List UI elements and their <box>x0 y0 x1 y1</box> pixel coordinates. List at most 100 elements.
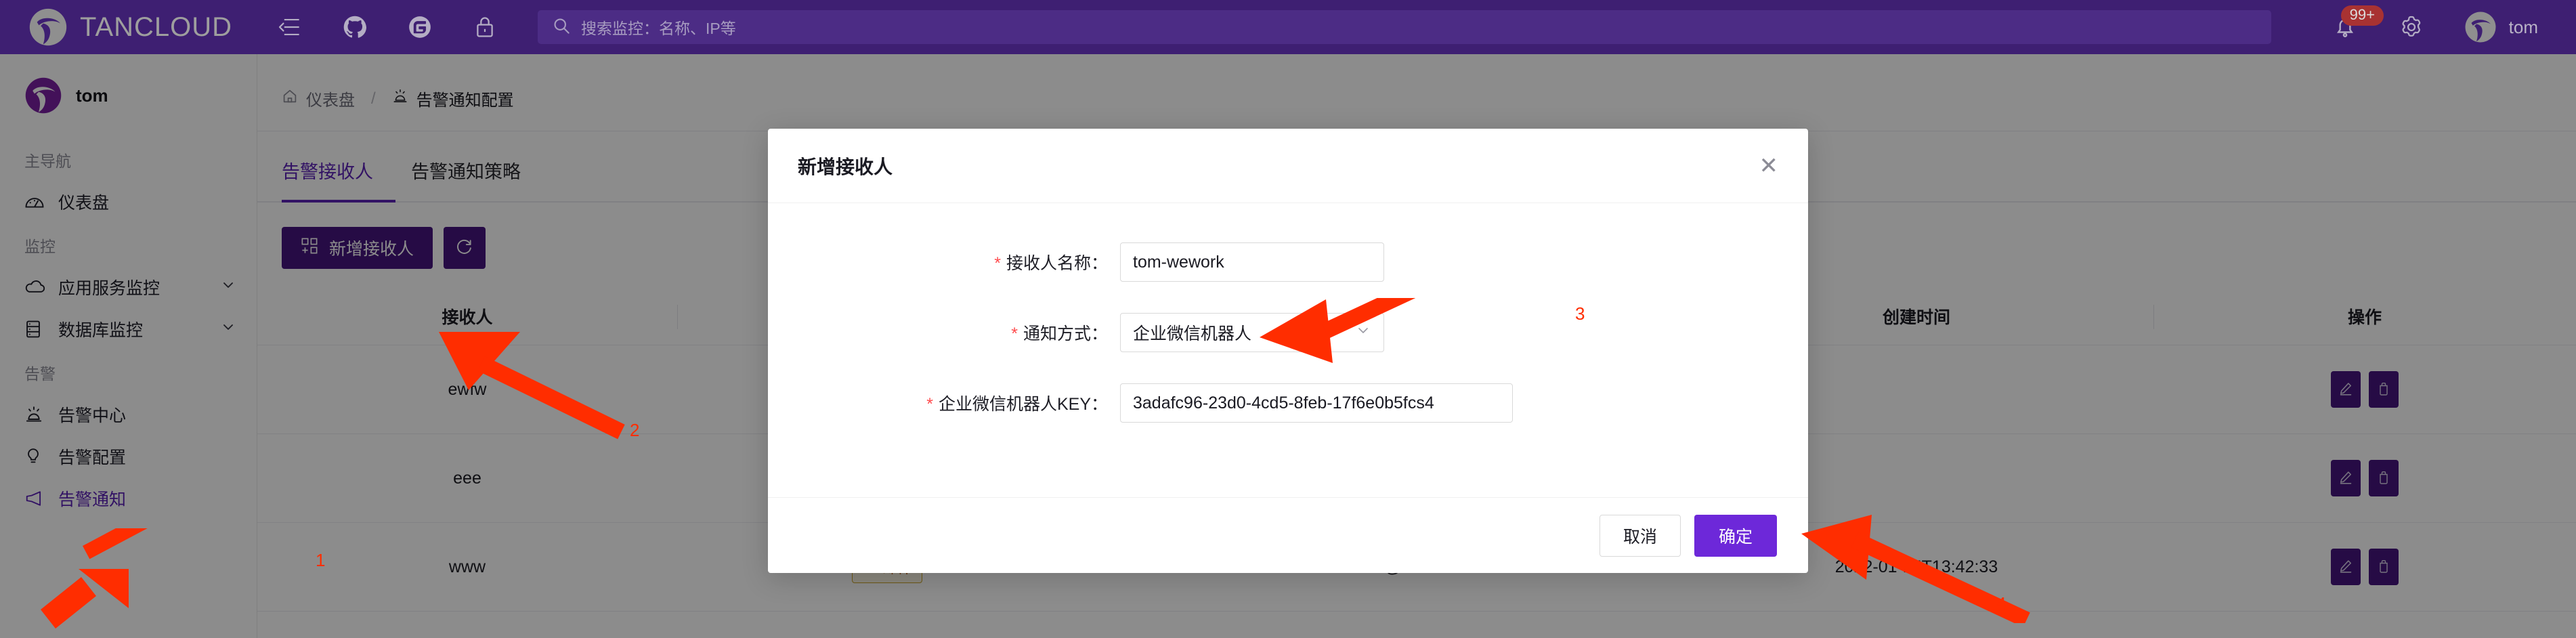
home-icon <box>282 88 298 109</box>
sidebar-item-alert-config[interactable]: 告警配置 <box>0 435 257 477</box>
cell-operations <box>2153 434 2576 523</box>
modal-body: * 接收人名称： * 通知方式： 企业微信机器人 <box>768 203 1808 497</box>
delete-button[interactable] <box>2369 549 2399 585</box>
annotation-number-2: 2 <box>630 420 639 441</box>
search-placeholder: 搜索监控：名称、IP等 <box>581 16 736 39</box>
delete-button[interactable] <box>2369 460 2399 496</box>
receiver-name-input[interactable] <box>1120 242 1384 282</box>
required-marker: * <box>1011 324 1018 343</box>
notify-method-label: * 通知方式： <box>768 320 1120 345</box>
breadcrumb-home[interactable]: 仪表盘 <box>282 87 355 110</box>
header-icon-group <box>257 0 517 54</box>
sidebar-user[interactable]: tom <box>0 54 257 137</box>
delete-icon <box>2377 470 2390 487</box>
menu-fold-icon[interactable] <box>257 0 322 54</box>
chevron-down-icon <box>1355 322 1371 343</box>
cell-receiver: ewfw <box>257 345 677 434</box>
notify-method-select[interactable]: 企业微信机器人 <box>1120 313 1384 352</box>
chevron-down-icon[interactable] <box>220 277 236 298</box>
add-block-icon <box>301 237 318 259</box>
user-menu[interactable]: tom <box>2444 11 2556 43</box>
cell-operations <box>2153 523 2576 612</box>
breadcrumb-separator: / <box>364 89 383 108</box>
cell-receiver: eee <box>257 434 677 523</box>
sidebar-group-label-alert: 告警 <box>0 350 257 394</box>
close-icon[interactable]: ✕ <box>1759 154 1779 177</box>
receiver-name-label-text: 接收人名称： <box>1006 254 1108 273</box>
field-row-wework-key: * 企业微信机器人KEY： <box>768 383 1808 423</box>
brand-name: TANCLOUD <box>80 12 232 43</box>
delete-icon <box>2377 381 2390 398</box>
avatar <box>2464 11 2497 43</box>
required-marker: * <box>994 254 1001 273</box>
required-marker: * <box>926 395 933 414</box>
receiver-name-label: * 接收人名称： <box>768 250 1120 274</box>
annotation-number-4: 4 <box>1996 593 2006 614</box>
top-header: TANCLOUD <box>0 0 2576 54</box>
sidebar-item-label: 仪表盘 <box>58 190 109 214</box>
add-receiver-label: 新增接收人 <box>329 236 414 260</box>
breadcrumb-current: 告警通知配置 <box>392 87 514 110</box>
sidebar-user-name: tom <box>76 85 108 106</box>
notifications-button[interactable]: 99+ <box>2311 0 2379 54</box>
edit-icon <box>2338 381 2353 398</box>
delete-icon <box>2377 559 2390 576</box>
github-icon[interactable] <box>322 0 387 54</box>
tab-alert-notify-policy[interactable]: 告警通知策略 <box>411 157 521 203</box>
sidebar-group-label-monitor: 监控 <box>0 223 257 266</box>
sidebar-item-label: 告警配置 <box>58 444 126 469</box>
edit-icon <box>2338 470 2353 487</box>
notify-method-label-text: 通知方式： <box>1023 324 1108 343</box>
notify-method-selected-value: 企业微信机器人 <box>1133 320 1355 345</box>
edit-icon <box>2338 559 2353 576</box>
col-operations: 操作 <box>2153 289 2576 345</box>
cloud-icon <box>24 277 47 297</box>
edit-button[interactable] <box>2331 549 2361 585</box>
delete-button[interactable] <box>2369 371 2399 408</box>
gear-icon[interactable] <box>2379 0 2444 54</box>
edit-button[interactable] <box>2331 460 2361 496</box>
header-right-group: 99+ tom <box>2311 0 2576 54</box>
wework-key-label: * 企业微信机器人KEY： <box>768 391 1120 415</box>
tab-alert-receivers[interactable]: 告警接收人 <box>282 157 373 203</box>
megaphone-icon <box>24 488 47 509</box>
wework-key-input[interactable] <box>1120 383 1513 423</box>
cancel-button[interactable]: 取消 <box>1600 515 1681 557</box>
refresh-icon <box>455 238 474 259</box>
search-input[interactable]: 搜索监控：名称、IP等 <box>538 10 2271 44</box>
breadcrumb: 仪表盘 / 告警通知配置 <box>257 54 2576 110</box>
sidebar-item-app-service-monitor[interactable]: 应用服务监控 <box>0 266 257 308</box>
confirm-button[interactable]: 确定 <box>1694 515 1777 557</box>
breadcrumb-home-label: 仪表盘 <box>306 87 355 110</box>
wework-key-label-text: 企业微信机器人KEY： <box>939 395 1108 414</box>
field-row-receiver-name: * 接收人名称： <box>768 242 1808 282</box>
sidebar: tom 主导航 仪表盘 监控 应用服务监控 <box>0 54 257 638</box>
gitee-icon[interactable] <box>387 0 452 54</box>
search-icon <box>553 17 570 38</box>
modal-title: 新增接收人 <box>798 152 893 179</box>
modal-footer: 取消 确定 <box>768 497 1808 573</box>
col-receiver: 接收人 <box>257 289 677 345</box>
cell-operations <box>2153 345 2576 434</box>
alarm-icon <box>392 88 408 109</box>
user-name-label: tom <box>2509 17 2538 38</box>
modal-header: 新增接收人 ✕ <box>768 129 1808 203</box>
sidebar-item-alert-notification[interactable]: 告警通知 <box>0 477 257 519</box>
tancloud-logo-icon <box>28 7 68 47</box>
brand-logo-area[interactable]: TANCLOUD <box>0 0 257 54</box>
bulb-icon <box>24 446 47 467</box>
notification-badge: 99+ <box>2341 5 2384 26</box>
chevron-down-icon[interactable] <box>220 319 236 340</box>
add-receiver-modal: 新增接收人 ✕ * 接收人名称： * 通知方式： 企业微信机器人 <box>768 129 1808 573</box>
sidebar-item-label: 应用服务监控 <box>58 275 160 299</box>
lock-icon[interactable] <box>452 0 517 54</box>
edit-button[interactable] <box>2331 371 2361 408</box>
sidebar-item-database-monitor[interactable]: 数据库监控 <box>0 308 257 350</box>
sidebar-item-alert-center[interactable]: 告警中心 <box>0 394 257 435</box>
dashboard-icon <box>24 192 47 212</box>
add-receiver-button[interactable]: 新增接收人 <box>282 227 433 269</box>
sidebar-item-label: 告警通知 <box>58 486 126 511</box>
refresh-button[interactable] <box>444 227 486 269</box>
sidebar-item-dashboard[interactable]: 仪表盘 <box>0 181 257 223</box>
breadcrumb-current-label: 告警通知配置 <box>416 87 514 110</box>
